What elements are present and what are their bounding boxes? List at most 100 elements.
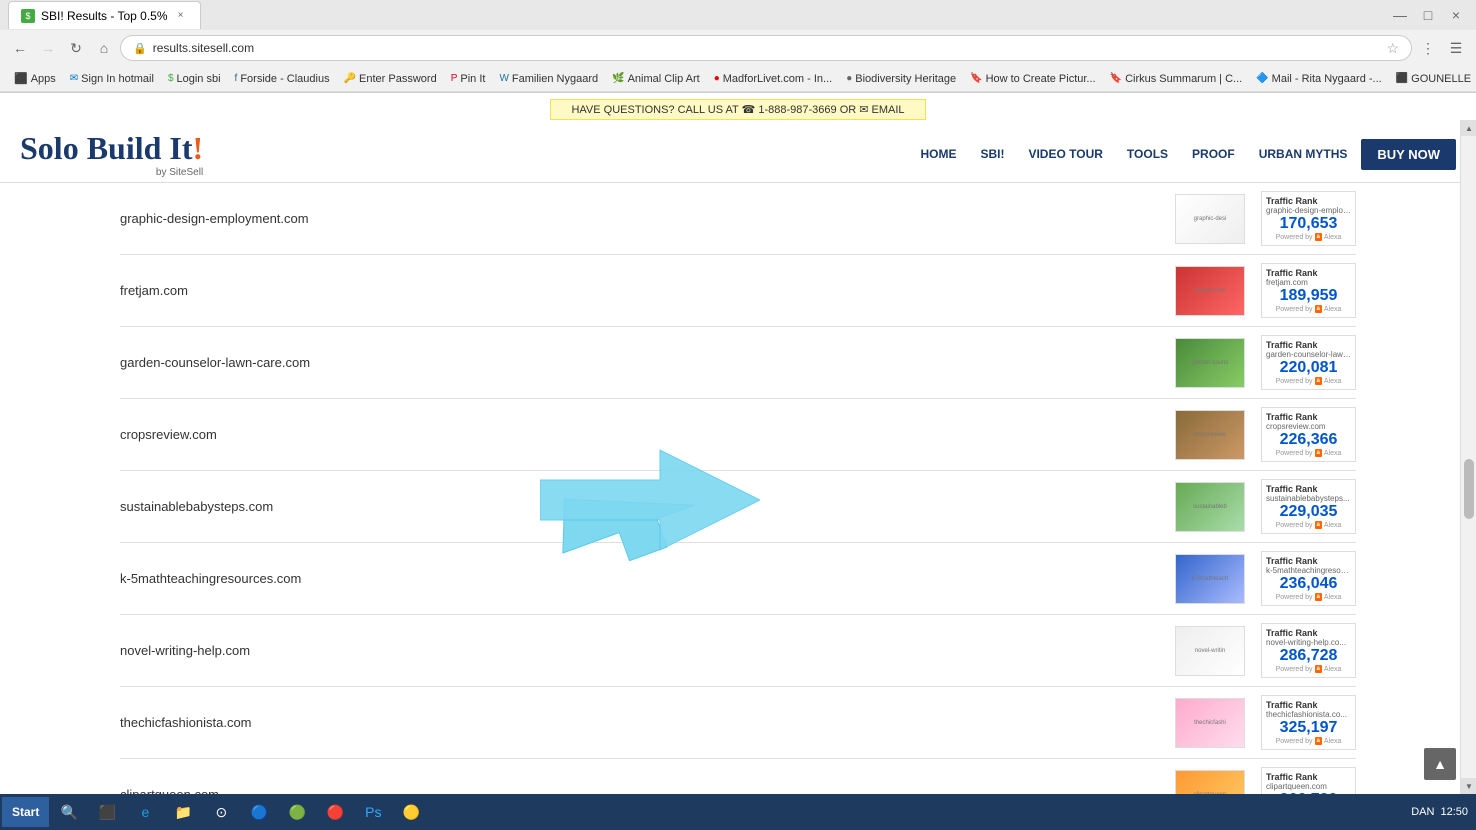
reload-button[interactable]: ↻ [64, 36, 88, 60]
powered-by: Powered by a Alexa [1266, 665, 1351, 673]
tab-favicon: $ [21, 9, 35, 23]
promo-banner: HAVE QUESTIONS? CALL US AT ☎ 1-888-987-3… [550, 99, 925, 120]
bookmark-madforlivet[interactable]: ● MadforLivet.com - In... [708, 71, 838, 87]
nav-home[interactable]: HOME [910, 141, 966, 167]
taskbar-explorer-button[interactable]: 📁 [165, 798, 201, 826]
scroll-to-top-button[interactable]: ▲ [1424, 748, 1456, 780]
traffic-rank-domain: fretjam.com [1266, 278, 1351, 287]
bookmark-cirkus[interactable]: 🔖 Cirkus Summarum | C... [1104, 71, 1249, 87]
bookmark-enter-password[interactable]: 🔑 Enter Password [338, 71, 443, 87]
forward-button[interactable]: → [36, 36, 60, 60]
traffic-rank-domain: cropsreview.com [1266, 422, 1351, 431]
bookmark-pin-it[interactable]: P Pin It [445, 71, 492, 87]
site-domain: k-5mathteachingresources.com [120, 571, 1175, 586]
nav-sbi[interactable]: SBI! [970, 141, 1014, 167]
bookmarks-bar: ⬛ Apps ✉ Sign In hotmail $ Login sbi f F… [0, 66, 1476, 92]
close-window-button[interactable]: × [1444, 3, 1468, 27]
traffic-rank-number: 286,728 [1266, 647, 1351, 665]
buy-now-button[interactable]: BUY NOW [1361, 139, 1456, 170]
powered-by: Powered by a Alexa [1266, 593, 1351, 601]
taskbar-app3[interactable]: 🔴 [317, 798, 353, 826]
powered-by: Powered by a Alexa [1266, 305, 1351, 313]
active-tab[interactable]: $ SBI! Results - Top 0.5% × [8, 1, 201, 29]
url-text: results.sitesell.com [153, 41, 254, 55]
nav-video-tour[interactable]: VIDEO TOUR [1018, 141, 1112, 167]
site-thumbnail[interactable]: fretjam.com [1175, 266, 1245, 316]
bookmark-gounelle[interactable]: ⬛ GOUNELLE [1390, 71, 1476, 87]
bookmark-mail-rita[interactable]: 🔷 Mail - Rita Nygaard -... [1250, 71, 1387, 87]
taskbar-right: DAN 12:50 [1411, 806, 1474, 818]
nav-urban-myths[interactable]: URBAN MYTHS [1249, 141, 1358, 167]
result-row[interactable]: thechicfashionista.com thechicfashi Traf… [120, 687, 1356, 759]
result-row[interactable]: garden-counselor-lawn-care.com garden-co… [120, 327, 1356, 399]
traffic-rank-number: 236,046 [1266, 575, 1351, 593]
tab-close-button[interactable]: × [174, 9, 188, 23]
traffic-rank-label: Traffic Rank [1266, 412, 1351, 422]
back-button[interactable]: ← [8, 36, 32, 60]
site-thumbnail[interactable]: k-5mathteach [1175, 554, 1245, 604]
traffic-rank-label: Traffic Rank [1266, 700, 1351, 710]
site-logo[interactable]: Solo Build It! [20, 130, 203, 167]
traffic-rank-number: 226,366 [1266, 431, 1351, 449]
traffic-rank-box: Traffic Rank novel-writing-help.co... 28… [1261, 623, 1356, 678]
browser-menu-button[interactable]: ☰ [1444, 36, 1468, 60]
address-bar[interactable]: 🔒 results.sitesell.com ☆ [120, 35, 1412, 61]
results-container: graphic-design-employment.com graphic-de… [0, 183, 1476, 803]
taskbar-ie-button[interactable]: e [127, 798, 163, 826]
site-thumbnail[interactable]: graphic-desi [1175, 194, 1245, 244]
traffic-rank-domain: thechicfashionista.co... [1266, 710, 1351, 719]
bookmark-apps[interactable]: ⬛ Apps [8, 70, 62, 87]
start-button[interactable]: Start [2, 797, 49, 827]
taskbar-app5[interactable]: 🟡 [393, 798, 429, 826]
taskbar-photoshop[interactable]: Ps [355, 798, 391, 826]
site-thumbnail[interactable]: cropsreview. [1175, 410, 1245, 460]
chrome-icon: ⊙ [211, 802, 231, 822]
site-thumbnail[interactable]: novel-writin [1175, 626, 1245, 676]
result-row[interactable]: fretjam.com fretjam.com Traffic Rank fre… [120, 255, 1356, 327]
bookmark-forside[interactable]: f Forside - Claudius [229, 71, 336, 87]
bookmark-how-to-create[interactable]: 🔖 How to Create Pictur... [964, 71, 1102, 87]
bookmark-login-sbi[interactable]: $ Login sbi [162, 71, 227, 87]
bookmark-star-icon[interactable]: ☆ [1386, 40, 1399, 57]
scroll-down-button[interactable]: ▼ [1461, 778, 1476, 794]
taskbar-app2[interactable]: 🟢 [279, 798, 315, 826]
traffic-rank-label: Traffic Rank [1266, 556, 1351, 566]
extensions-button[interactable]: ⋮ [1416, 36, 1440, 60]
home-button[interactable]: ⌂ [92, 36, 116, 60]
traffic-rank-domain: sustainablebabysteps... [1266, 494, 1351, 503]
nav-tools[interactable]: TOOLS [1117, 141, 1178, 167]
traffic-rank-box: Traffic Rank thechicfashionista.co... 32… [1261, 695, 1356, 750]
taskbar-search-button[interactable]: 🔍 [51, 798, 87, 826]
site-thumbnail[interactable]: thechicfashi [1175, 698, 1245, 748]
bookmark-hotmail[interactable]: ✉ Sign In hotmail [64, 71, 160, 87]
traffic-rank-label: Traffic Rank [1266, 340, 1351, 350]
maximize-button[interactable]: □ [1416, 3, 1440, 27]
traffic-rank-box: Traffic Rank fretjam.com 189,959 Powered… [1261, 263, 1356, 318]
start-label: Start [12, 805, 39, 819]
site-thumbnail[interactable]: sustainableb [1175, 482, 1245, 532]
site-domain: garden-counselor-lawn-care.com [120, 355, 1175, 370]
minimize-button[interactable]: — [1388, 3, 1412, 27]
traffic-rank-box: Traffic Rank k-5mathteachingresour... 23… [1261, 551, 1356, 606]
scroll-up-button[interactable]: ▲ [1461, 120, 1476, 136]
result-row[interactable]: k-5mathteachingresources.com k-5mathteac… [120, 543, 1356, 615]
taskbar-app1[interactable]: 🔵 [241, 798, 277, 826]
nav-proof[interactable]: PROOF [1182, 141, 1245, 167]
bookmark-animal-clip[interactable]: 🌿 Animal Clip Art [606, 71, 706, 87]
app5-icon: 🟡 [401, 802, 421, 822]
result-row[interactable]: sustainablebabysteps.com sustainableb Tr… [120, 471, 1356, 543]
taskbar-chrome-button[interactable]: ⊙ [203, 798, 239, 826]
powered-by: Powered by a Alexa [1266, 377, 1351, 385]
alexa-logo: a [1315, 305, 1322, 313]
bookmark-familien[interactable]: W Familien Nygaard [493, 71, 604, 87]
site-thumbnail[interactable]: garden-couns [1175, 338, 1245, 388]
result-row[interactable]: graphic-design-employment.com graphic-de… [120, 183, 1356, 255]
alexa-logo: a [1315, 449, 1322, 457]
result-row[interactable]: cropsreview.com cropsreview. Traffic Ran… [120, 399, 1356, 471]
taskbar-task-view[interactable]: ⬛ [89, 798, 125, 826]
result-row[interactable]: novel-writing-help.com novel-writin Traf… [120, 615, 1356, 687]
site-domain: novel-writing-help.com [120, 643, 1175, 658]
bookmark-biodiversity[interactable]: ● Biodiversity Heritage [840, 71, 962, 87]
alexa-logo: a [1315, 233, 1322, 241]
scroll-thumb[interactable] [1464, 459, 1474, 519]
